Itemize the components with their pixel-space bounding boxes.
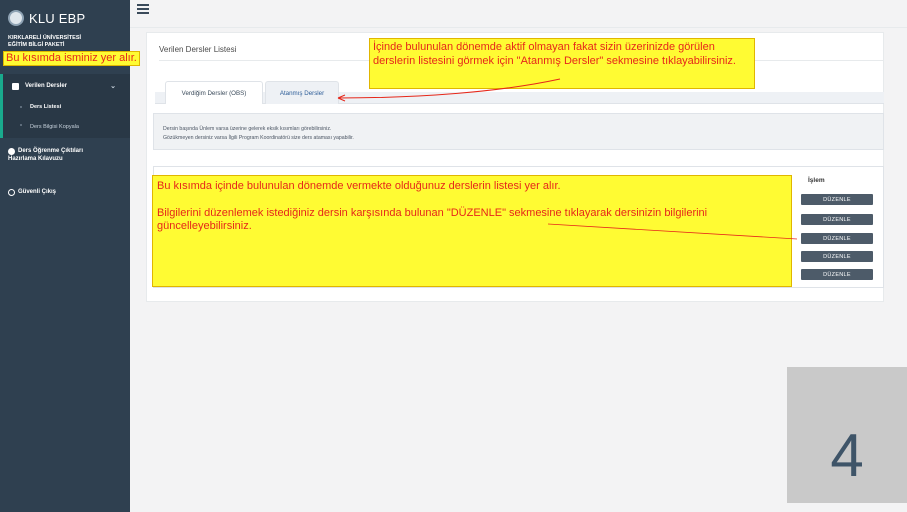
sidebar-item-logout[interactable]: Güvenli Çıkış	[8, 188, 56, 196]
top-navbar	[130, 0, 907, 28]
info-line-2: Gözükmeyen dersiniz varsa İlgili Program…	[163, 134, 354, 141]
sidebar-subitem-label: Ders Listesi	[30, 104, 62, 110]
info-box: Dersin başında Ünlem varsa üzerine geler…	[153, 113, 884, 150]
tab-atanmis-dersler[interactable]: Atanmış Dersler	[265, 81, 339, 104]
chevron-down-icon: ⌄	[110, 83, 116, 90]
sidebar: KLU EBP KIRKLARELİ ÜNİVERSİTESİ EĞİTİM B…	[0, 0, 130, 512]
question-circle-icon	[8, 147, 15, 155]
sidebar-item-verilen-dersler[interactable]: Verilen Dersler ⌄	[0, 74, 130, 98]
edit-button[interactable]: DÜZENLE	[801, 233, 873, 244]
bullet-icon	[20, 124, 22, 126]
edit-button[interactable]: DÜZENLE	[801, 194, 873, 205]
university-name: KIRKLARELİ ÜNİVERSİTESİ EĞİTİM BİLGİ PAK…	[8, 35, 81, 48]
page-title: Verilen Dersler Listesi	[159, 45, 237, 54]
book-icon	[12, 82, 19, 90]
hamburger-menu-icon[interactable]	[137, 4, 149, 14]
tab-verdigim-dersler[interactable]: Verdiğim Dersler (OBS)	[165, 81, 263, 104]
annotation-list-line-2: Bilgilerini düzenlemek istediğiniz dersi…	[157, 206, 708, 233]
guide-line-1: Ders Öğrenme Çıktıları	[18, 148, 84, 154]
power-icon	[8, 188, 15, 196]
step-indicator: 4	[787, 367, 907, 503]
sidebar-subitem-ders-bilgisi-kopyala[interactable]: Ders Bilgisi Kopyala	[0, 116, 130, 138]
sidebar-item-label: Verilen Dersler	[25, 83, 68, 89]
university-line-2: EĞİTİM BİLGİ PAKETİ	[8, 41, 65, 48]
university-logo-icon	[8, 10, 24, 26]
bullet-icon	[20, 106, 22, 108]
sidebar-subitem-ders-listesi[interactable]: Ders Listesi	[0, 98, 130, 116]
guide-line-2: Hazırlama Kılavuzu	[8, 156, 63, 162]
step-number: 4	[830, 421, 864, 489]
edit-button[interactable]: DÜZENLE	[801, 214, 873, 225]
column-header-islem: İşlem	[808, 177, 825, 184]
university-line-1: KIRKLARELİ ÜNİVERSİTESİ	[8, 35, 82, 41]
annotation-tab-note: İçinde bulunulan dönemde aktif olmayan f…	[369, 38, 755, 89]
edit-button[interactable]: DÜZENLE	[801, 269, 873, 280]
brand-name: KLU EBP	[29, 10, 86, 26]
info-line-1: Dersin başında Ünlem varsa üzerine geler…	[163, 126, 332, 132]
sidebar-subitem-label: Ders Bilgisi Kopyala	[30, 124, 79, 130]
screen: KLU EBP KIRKLARELİ ÜNİVERSİTESİ EĞİTİM B…	[0, 0, 907, 512]
annotation-list-note: Bu kısımda içinde bulunulan dönemde verm…	[152, 175, 792, 287]
edit-button[interactable]: DÜZENLE	[801, 251, 873, 262]
sidebar-item-guide[interactable]: Ders Öğrenme Çıktıları Hazırlama Kılavuz…	[8, 147, 83, 163]
brand[interactable]: KLU EBP	[8, 7, 85, 29]
sidebar-item-label: Ders Öğrenme Çıktıları Hazırlama Kılavuz…	[8, 147, 84, 163]
annotation-list-line-1: Bu kısımda içinde bulunulan dönemde verm…	[157, 180, 561, 192]
annotation-name-note: Bu kısımda isminiz yer alır.	[3, 51, 140, 66]
sidebar-item-label: Güvenli Çıkış	[18, 189, 57, 195]
